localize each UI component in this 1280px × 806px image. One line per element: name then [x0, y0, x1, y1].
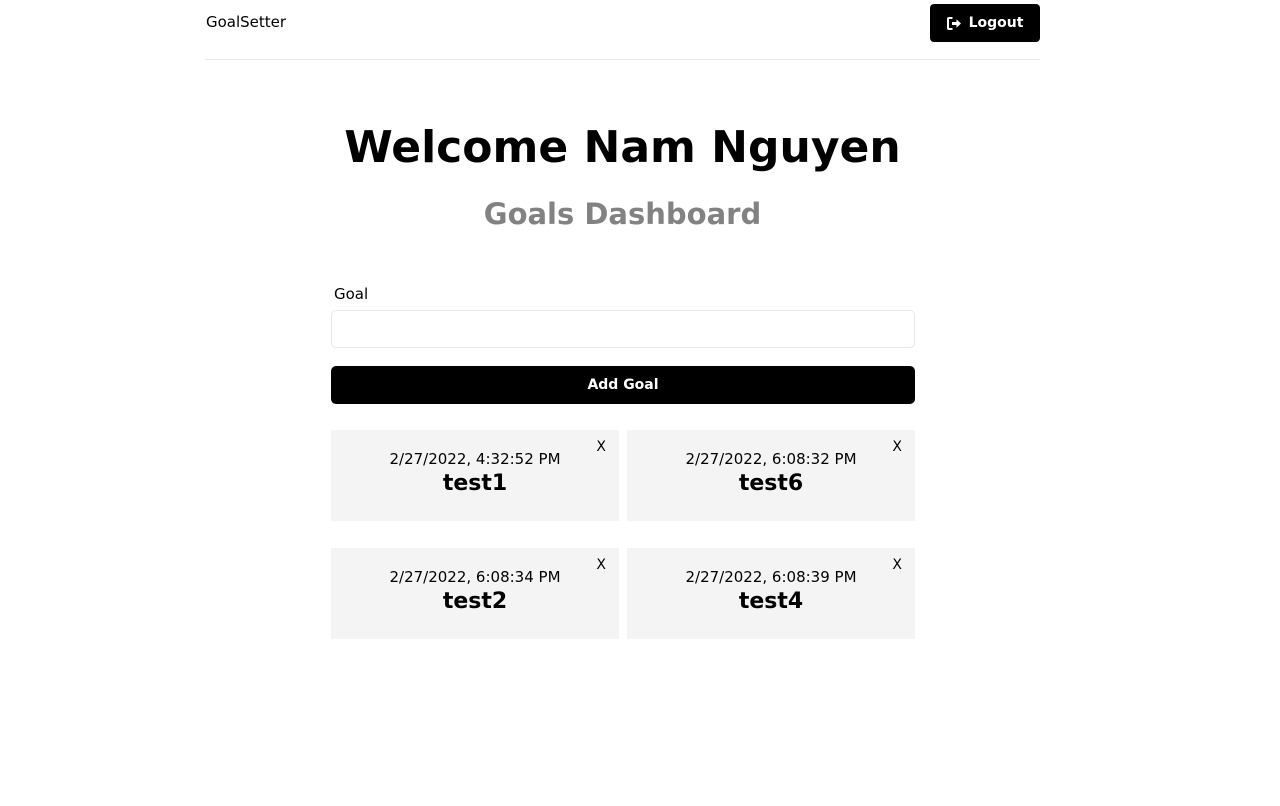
goal-date: 2/27/2022, 4:32:52 PM — [389, 450, 561, 468]
goal-card: 2/27/2022, 6:08:32 PM test6 X — [627, 430, 915, 521]
goal-form: Goal Add Goal — [331, 284, 915, 404]
delete-goal-button[interactable]: X — [596, 439, 606, 455]
dashboard-title: Goals Dashboard — [483, 197, 762, 231]
goal-text: test4 — [738, 589, 804, 614]
goal-date: 2/27/2022, 6:08:32 PM — [685, 450, 857, 468]
header: GoalSetter Logout — [205, 0, 1040, 60]
goal-text: test1 — [442, 471, 508, 496]
sign-out-icon — [946, 16, 962, 30]
delete-goal-button[interactable]: X — [892, 439, 902, 455]
goal-text: test2 — [442, 589, 508, 614]
welcome-heading: Welcome Nam Nguyen — [344, 122, 901, 173]
add-goal-button[interactable]: Add Goal — [331, 366, 915, 404]
goal-date: 2/27/2022, 6:08:34 PM — [389, 568, 561, 586]
logout-label: Logout — [968, 15, 1024, 31]
goal-text: test6 — [738, 471, 804, 496]
goal-date: 2/27/2022, 6:08:39 PM — [685, 568, 857, 586]
goals-list: 2/27/2022, 4:32:52 PM test1 X 2/27/2022,… — [331, 430, 915, 639]
goal-card: 2/27/2022, 4:32:52 PM test1 X — [331, 430, 619, 521]
delete-goal-button[interactable]: X — [596, 557, 606, 573]
goal-card: 2/27/2022, 6:08:34 PM test2 X — [331, 548, 619, 639]
logo-link[interactable]: GoalSetter — [206, 12, 286, 32]
delete-goal-button[interactable]: X — [892, 557, 902, 573]
goal-label: Goal — [334, 285, 369, 303]
goal-card: 2/27/2022, 6:08:39 PM test4 X — [627, 548, 915, 639]
logout-button[interactable]: Logout — [930, 4, 1040, 42]
goal-input[interactable] — [331, 310, 915, 348]
